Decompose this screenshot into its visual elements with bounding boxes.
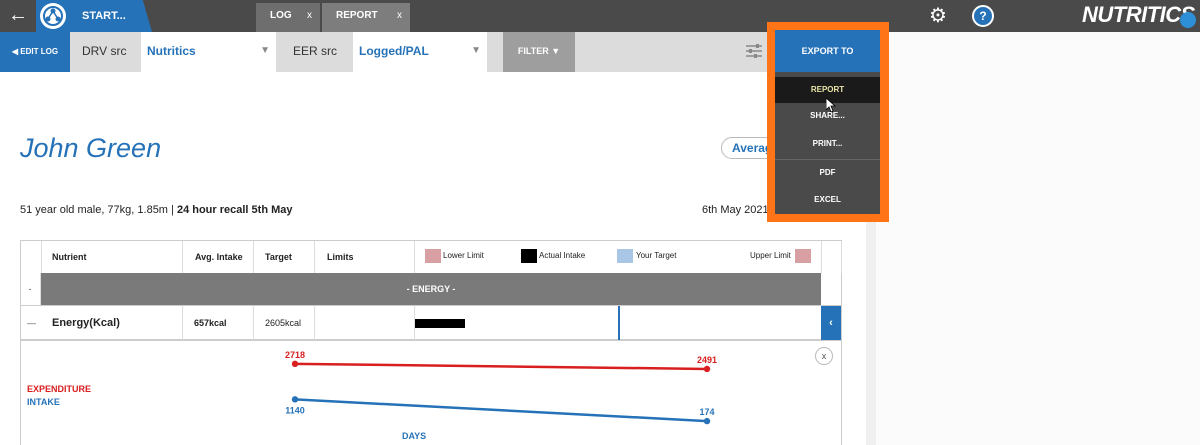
settings-sliders-icon[interactable] [744, 42, 764, 60]
drv-src-select[interactable]: Nutritics ▼ [141, 32, 276, 72]
cell-divider [314, 306, 315, 340]
tab-log-label: LOG [270, 10, 292, 21]
export-print-item[interactable]: PRINT... [775, 131, 880, 157]
tab-log[interactable]: LOG x [256, 3, 320, 32]
upper-limit-swatch [795, 249, 811, 263]
cell-divider [253, 306, 254, 340]
top-bar [0, 0, 1200, 32]
cell-divider [182, 306, 183, 340]
brand-logo: NUTRITICS [1082, 2, 1195, 27]
filter-button[interactable]: FILTER ▼ [503, 32, 575, 72]
actual-intake-bar [415, 319, 466, 328]
edit-log-button[interactable]: ◀ EDIT LOG [0, 32, 70, 72]
start-menu-button[interactable]: START... [36, 0, 152, 32]
trend-chart-area [20, 341, 842, 445]
start-label: START... [82, 10, 126, 22]
toggle-column-header [21, 241, 42, 273]
row-toggle[interactable]: — [27, 305, 36, 341]
report-date: 6th May 2021 [702, 204, 769, 216]
chevron-down-icon: ▼ [260, 45, 270, 56]
chevron-down-icon: ▼ [471, 45, 481, 56]
nutrient-name: Energy(Kcal) [52, 317, 120, 329]
app-logo-icon [40, 3, 66, 29]
limits-header: Limits [315, 241, 415, 273]
drv-src-value: Nutritics [147, 44, 196, 58]
tab-report[interactable]: REPORT x [322, 3, 410, 32]
eer-src-label: EER src [293, 44, 338, 58]
lower-limit-swatch [425, 249, 441, 263]
gear-icon[interactable]: ⚙ [924, 2, 952, 30]
close-icon[interactable]: x [397, 3, 402, 29]
brand-mark-icon [1180, 12, 1196, 28]
actual-intake-legend: Actual Intake [539, 251, 586, 260]
client-description: 51 year old male, 77kg, 1.85m | 24 hour … [20, 204, 293, 216]
your-target-swatch [617, 249, 633, 263]
upper-limit-legend: Upper Limit [750, 251, 791, 260]
drv-src-label: DRV src [82, 44, 127, 58]
actual-intake-swatch [521, 249, 537, 263]
your-target-legend: Your Target [636, 251, 677, 260]
help-icon[interactable]: ? [972, 5, 994, 27]
section-toggle[interactable]: - [20, 273, 41, 305]
target-value: 2605kcal [265, 318, 302, 328]
mouse-cursor-icon [826, 98, 836, 112]
avg-intake-value: 657kcal [194, 318, 227, 328]
client-details: 51 year old male, 77kg, 1.85m | [20, 204, 177, 216]
energy-section-header: - ENERGY - [41, 273, 821, 305]
lower-limit-legend: Lower Limit [443, 251, 484, 260]
nutrient-header: Nutrient [42, 241, 183, 273]
target-marker [618, 306, 620, 340]
export-to-button[interactable]: EXPORT TO [775, 30, 880, 72]
export-excel-item[interactable]: EXCEL [775, 187, 880, 213]
client-name: John Green [20, 133, 162, 163]
recall-title: 24 hour recall 5th May [176, 204, 293, 216]
export-pdf-item[interactable]: PDF [775, 159, 880, 185]
back-arrow-icon[interactable]: ← [0, 0, 36, 32]
close-icon[interactable]: x [307, 3, 312, 29]
right-panel [866, 32, 1200, 445]
tab-report-label: REPORT [336, 10, 378, 21]
eer-src-select[interactable]: Logged/PAL ▼ [353, 32, 487, 72]
eer-src-value: Logged/PAL [359, 44, 429, 58]
expenditure-label: EXPENDITURE [27, 384, 92, 394]
target-header: Target [254, 241, 315, 273]
avg-intake-header: Avg. Intake [183, 241, 254, 273]
collapse-row-button[interactable]: ‹ [821, 306, 841, 340]
chart-close-button[interactable]: x [815, 347, 833, 365]
x-axis-label: DAYS [402, 431, 427, 441]
intake-label: INTAKE [27, 397, 60, 407]
collapse-column-header [821, 241, 842, 273]
